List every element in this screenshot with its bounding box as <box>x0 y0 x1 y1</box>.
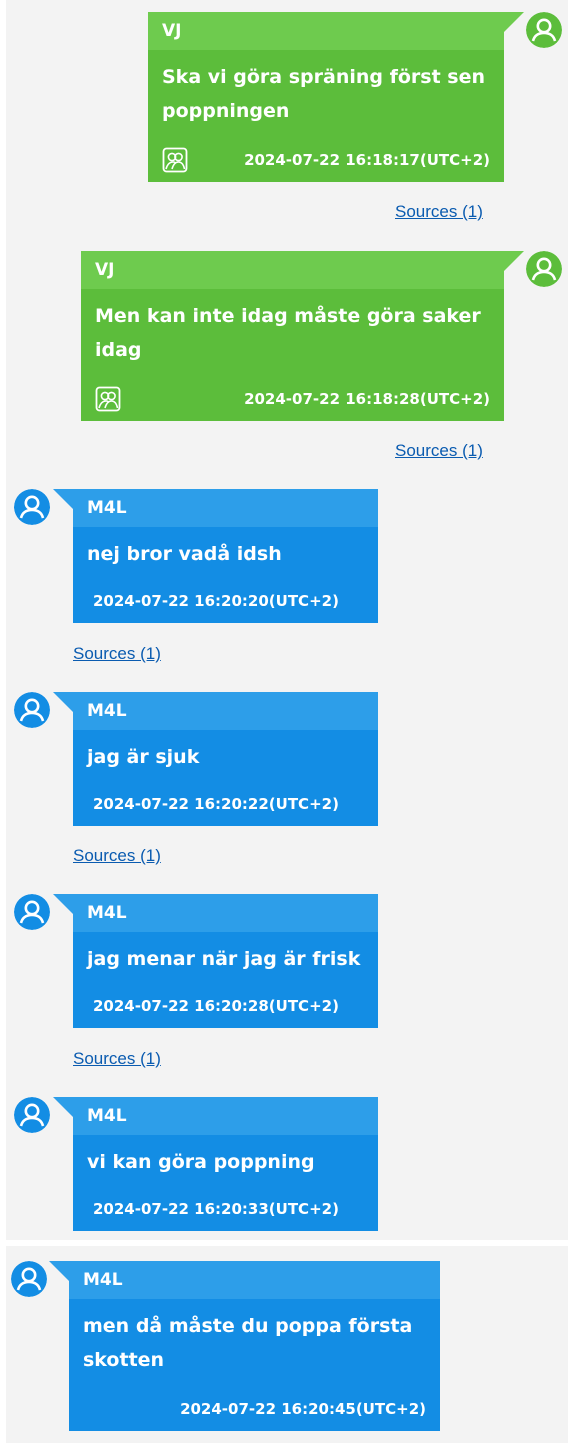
user-avatar-icon <box>526 251 562 287</box>
sources-link[interactable]: Sources (1) <box>395 441 483 461</box>
message-timestamp: 2024-07-22 16:18:17(UTC+2) <box>244 151 490 169</box>
message-timestamp: 2024-07-22 16:20:45(UTC+2) <box>180 1400 426 1418</box>
message-text: Men kan inte idag måste göra saker idag <box>95 305 488 361</box>
message-bubble-outgoing: VJ Men kan inte idag måste göra saker id… <box>81 251 504 421</box>
contact-avatar-icon <box>14 489 50 525</box>
sender-name: M4L <box>73 1097 378 1135</box>
bubble-tail <box>53 692 73 712</box>
contact-avatar-icon <box>14 692 50 728</box>
message-text: jag är sjuk <box>87 746 200 768</box>
bubble-tail <box>49 1261 69 1281</box>
message-text: nej bror vadå idsh <box>87 543 282 565</box>
sender-name: M4L <box>69 1261 440 1299</box>
message-timestamp: 2024-07-22 16:20:22(UTC+2) <box>93 795 339 813</box>
user-avatar-icon <box>526 12 562 48</box>
message-timestamp: 2024-07-22 16:18:28(UTC+2) <box>244 390 490 408</box>
message-text: Ska vi göra spräning först sen poppninge… <box>162 66 492 122</box>
message-text: jag menar när jag är frisk <box>87 948 361 970</box>
bubble-tail <box>504 12 524 32</box>
contact-avatar-icon <box>14 1097 50 1133</box>
message-timestamp: 2024-07-22 16:20:20(UTC+2) <box>93 592 339 610</box>
message-bubble-outgoing: VJ Ska vi göra spräning först sen poppni… <box>148 12 504 182</box>
bubble-tail <box>504 251 524 271</box>
sender-name: M4L <box>73 894 378 932</box>
contact-avatar-icon <box>11 1261 47 1297</box>
message-bubble-incoming: M4L jag är sjuk 2024-07-22 16:20:22(UTC+… <box>73 692 378 826</box>
sender-name: VJ <box>148 12 504 50</box>
message-bubble-incoming: M4L nej bror vadå idsh 2024-07-22 16:20:… <box>73 489 378 623</box>
bubble-tail <box>53 1097 73 1117</box>
message-bubble-incoming: M4L men då måste du poppa första skotten… <box>69 1261 440 1431</box>
group-icon <box>162 147 188 173</box>
sources-link[interactable]: Sources (1) <box>73 846 161 866</box>
message-text: men då måste du poppa första skotten <box>83 1315 413 1371</box>
sender-name: M4L <box>73 489 378 527</box>
sender-name: M4L <box>73 692 378 730</box>
sender-name: VJ <box>81 251 504 289</box>
sources-link[interactable]: Sources (1) <box>73 644 161 664</box>
message-timestamp: 2024-07-22 16:20:33(UTC+2) <box>93 1200 339 1218</box>
contact-avatar-icon <box>14 894 50 930</box>
sources-link[interactable]: Sources (1) <box>73 1049 161 1069</box>
message-timestamp: 2024-07-22 16:20:28(UTC+2) <box>93 997 339 1015</box>
message-bubble-incoming: M4L vi kan göra poppning 2024-07-22 16:2… <box>73 1097 378 1231</box>
message-bubble-incoming: M4L jag menar när jag är frisk 2024-07-2… <box>73 894 378 1028</box>
sources-link[interactable]: Sources (1) <box>395 202 483 222</box>
message-text: vi kan göra poppning <box>87 1151 315 1173</box>
bubble-tail <box>53 894 73 914</box>
group-icon <box>95 386 121 412</box>
bubble-tail <box>53 489 73 509</box>
